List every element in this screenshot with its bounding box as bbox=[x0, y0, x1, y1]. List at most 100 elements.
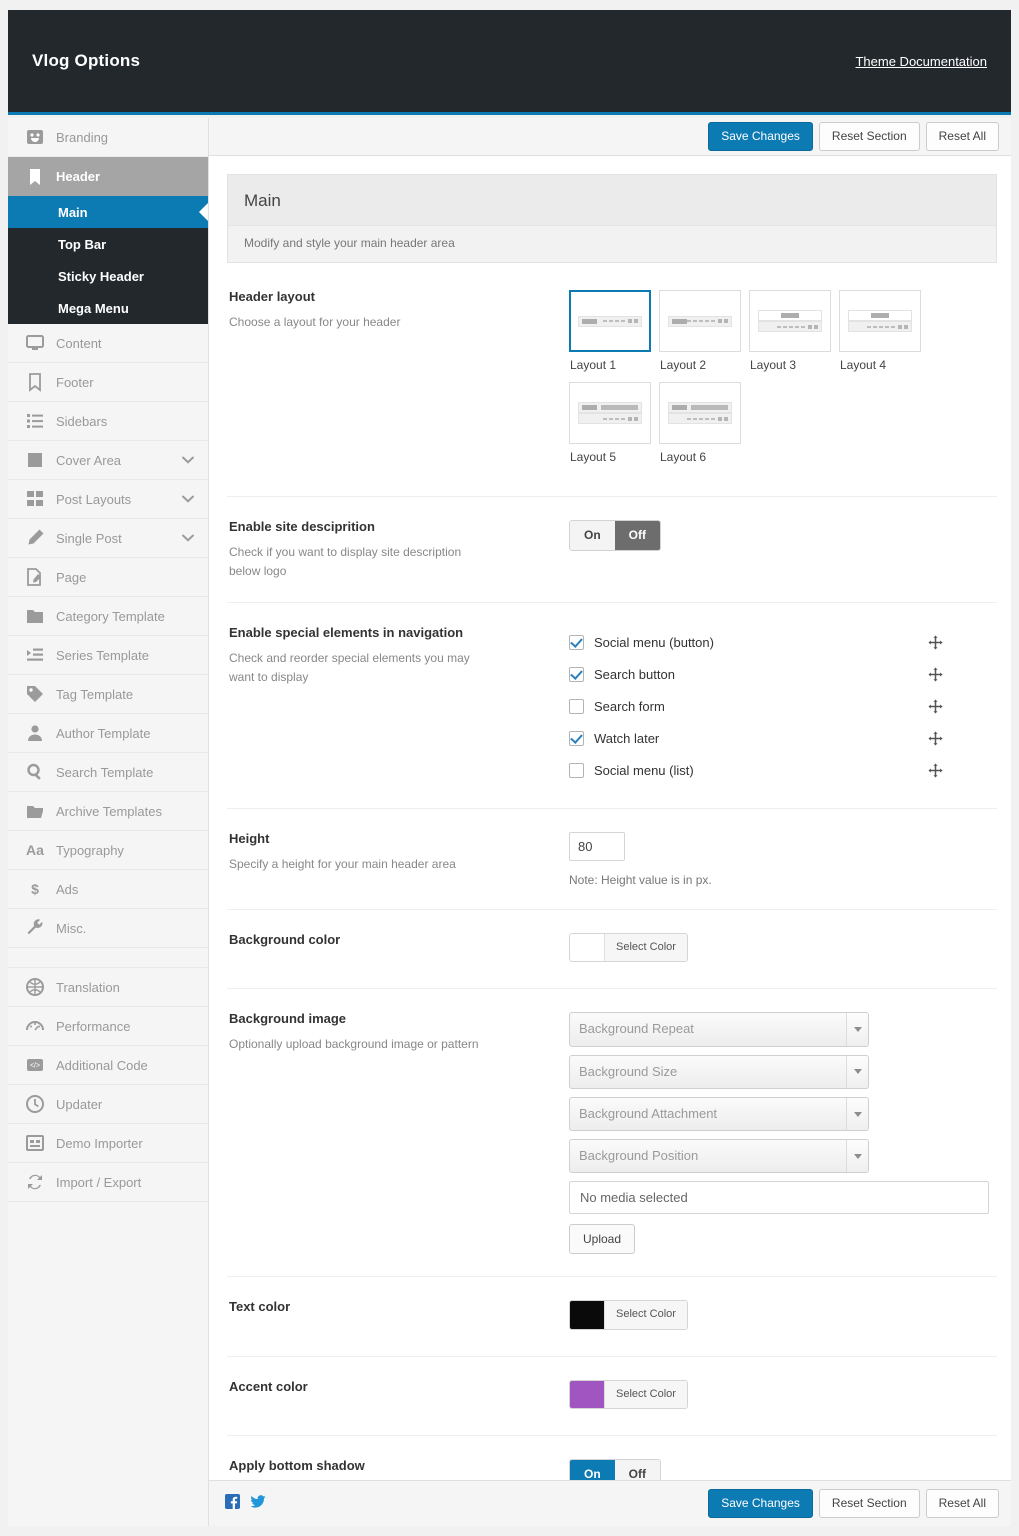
sidebar-item-author-template[interactable]: Author Template bbox=[8, 714, 208, 753]
field-title: Header layout bbox=[229, 289, 551, 304]
sidebar-item-typography[interactable]: AaTypography bbox=[8, 831, 208, 870]
save-changes-button-bottom[interactable]: Save Changes bbox=[708, 1489, 813, 1517]
sidebar-item-updater[interactable]: Updater bbox=[8, 1085, 208, 1124]
checkbox[interactable] bbox=[569, 667, 584, 682]
sidebar-item-footer[interactable]: Footer bbox=[8, 363, 208, 402]
reset-all-button-top[interactable]: Reset All bbox=[926, 122, 999, 150]
color-swatch[interactable] bbox=[570, 1381, 604, 1408]
sidebar-item-single-post[interactable]: Single Post bbox=[8, 519, 208, 558]
layout-thumbnail[interactable] bbox=[839, 290, 921, 352]
header-layout-option[interactable]: Layout 1 bbox=[569, 290, 659, 372]
sidebar-item-content[interactable]: Content bbox=[8, 324, 208, 363]
drag-handle-icon[interactable] bbox=[928, 699, 943, 714]
text-color-picker[interactable]: Select Color bbox=[569, 1300, 688, 1329]
sidebar-subitem-mega-menu[interactable]: Mega Menu bbox=[8, 292, 208, 324]
page-title: Vlog Options bbox=[32, 51, 140, 71]
sidebar-item-post-layouts[interactable]: Post Layouts bbox=[8, 480, 208, 519]
sidebar-subitem-label: Mega Menu bbox=[58, 301, 129, 316]
select-value[interactable]: Background Size bbox=[569, 1055, 869, 1089]
toggle-off-option[interactable]: Off bbox=[615, 1460, 660, 1480]
toggle-on-option[interactable]: On bbox=[570, 521, 615, 550]
sidebar-item-label: Cover Area bbox=[56, 453, 121, 468]
background-select[interactable]: Background Attachment bbox=[569, 1097, 869, 1131]
sidebar-item-branding[interactable]: Branding bbox=[8, 118, 208, 157]
layout-thumbnail[interactable] bbox=[659, 290, 741, 352]
sidebar-item-series-template[interactable]: Series Template bbox=[8, 636, 208, 675]
select-value[interactable]: Background Attachment bbox=[569, 1097, 869, 1131]
layout-label: Layout 4 bbox=[839, 358, 929, 372]
background-select[interactable]: Background Repeat bbox=[569, 1012, 869, 1046]
toggle-on-option[interactable]: On bbox=[570, 1460, 615, 1480]
background-select[interactable]: Background Position bbox=[569, 1139, 869, 1173]
theme-documentation-link[interactable]: Theme Documentation bbox=[855, 54, 987, 69]
background-select[interactable]: Background Size bbox=[569, 1055, 869, 1089]
checkbox[interactable] bbox=[569, 635, 584, 650]
sidebar-item-performance[interactable]: Performance bbox=[8, 1007, 208, 1046]
field-control: Layout 1Layout 2Layout 3Layout 4 Layout 5… bbox=[569, 289, 997, 474]
layout-thumbnail[interactable] bbox=[749, 290, 831, 352]
sidebar-item-import-export[interactable]: Import / Export bbox=[8, 1163, 208, 1202]
select-color-button[interactable]: Select Color bbox=[604, 1381, 687, 1408]
sidebar-subitem-main[interactable]: Main bbox=[8, 196, 208, 228]
sidebar-item-page[interactable]: Page bbox=[8, 558, 208, 597]
select-color-button[interactable]: Select Color bbox=[604, 1301, 687, 1328]
site-description-toggle[interactable]: On Off bbox=[569, 520, 661, 551]
bottom-shadow-toggle[interactable]: On Off bbox=[569, 1459, 661, 1480]
color-swatch[interactable] bbox=[570, 1301, 604, 1328]
folder-icon bbox=[24, 605, 46, 627]
sidebar-subitem-top-bar[interactable]: Top Bar bbox=[8, 228, 208, 260]
twitter-icon[interactable] bbox=[250, 1494, 266, 1514]
reset-section-button-top[interactable]: Reset Section bbox=[819, 122, 920, 150]
reset-all-button-bottom[interactable]: Reset All bbox=[926, 1489, 999, 1517]
sidebar-item-translation[interactable]: Translation bbox=[8, 968, 208, 1007]
checkbox[interactable] bbox=[569, 731, 584, 746]
accent-color-picker[interactable]: Select Color bbox=[569, 1380, 688, 1409]
sidebar-item-demo-importer[interactable]: Demo Importer bbox=[8, 1124, 208, 1163]
height-input[interactable] bbox=[569, 832, 625, 861]
layout-thumbnail[interactable] bbox=[659, 382, 741, 444]
sidebar-subitem-sticky-header[interactable]: Sticky Header bbox=[8, 260, 208, 292]
toggle-off-option[interactable]: Off bbox=[615, 521, 660, 550]
sidebar-item-label: Branding bbox=[56, 130, 108, 145]
sidebar-item-category-template[interactable]: Category Template bbox=[8, 597, 208, 636]
sidebar-item-cover-area[interactable]: Cover Area bbox=[8, 441, 208, 480]
select-value[interactable]: Background Repeat bbox=[569, 1012, 869, 1046]
sidebar-item-search-template[interactable]: Search Template bbox=[8, 753, 208, 792]
background-color-picker[interactable]: Select Color bbox=[569, 933, 688, 962]
drag-handle-icon[interactable] bbox=[928, 763, 943, 778]
save-changes-button-top[interactable]: Save Changes bbox=[708, 122, 813, 150]
upload-button[interactable]: Upload bbox=[569, 1224, 635, 1254]
drag-handle-icon[interactable] bbox=[928, 731, 943, 746]
sidebar-item-tag-template[interactable]: Tag Template bbox=[8, 675, 208, 714]
drag-handle-icon[interactable] bbox=[928, 667, 943, 682]
sidebar-item-additional-code[interactable]: </>Additional Code bbox=[8, 1046, 208, 1085]
checkbox[interactable] bbox=[569, 699, 584, 714]
layout-thumbnail[interactable] bbox=[569, 290, 651, 352]
layout-thumbnail[interactable] bbox=[569, 382, 651, 444]
facebook-icon[interactable] bbox=[225, 1494, 240, 1514]
drag-handle-icon[interactable] bbox=[928, 635, 943, 650]
select-value[interactable]: Background Position bbox=[569, 1139, 869, 1173]
color-swatch[interactable] bbox=[570, 934, 604, 961]
sidebar-item-misc[interactable]: Misc. bbox=[8, 909, 208, 948]
bookmark-icon bbox=[24, 166, 46, 188]
sidebar-item-header[interactable]: Header bbox=[8, 157, 208, 196]
header-layout-option[interactable]: Layout 4 bbox=[839, 290, 929, 372]
section-title: Main bbox=[228, 175, 996, 225]
sidebar-item-sidebars[interactable]: Sidebars bbox=[8, 402, 208, 441]
media-selected-field[interactable]: No media selected bbox=[569, 1181, 989, 1214]
header-layout-options: Layout 1Layout 2Layout 3Layout 4 Layout 5… bbox=[569, 290, 929, 474]
header-layout-option[interactable]: Layout 2 bbox=[659, 290, 749, 372]
field-background-color: Background color Select Color bbox=[227, 910, 997, 989]
square-icon bbox=[24, 449, 46, 471]
sidebar-item-ads[interactable]: $Ads bbox=[8, 870, 208, 909]
select-color-button[interactable]: Select Color bbox=[604, 934, 687, 961]
special-element-row: Watch later bbox=[569, 722, 997, 754]
header-layout-option[interactable]: Layout 3 bbox=[749, 290, 839, 372]
checkbox[interactable] bbox=[569, 763, 584, 778]
sidebar-item-archive-templates[interactable]: Archive Templates bbox=[8, 792, 208, 831]
reset-section-button-bottom[interactable]: Reset Section bbox=[819, 1489, 920, 1517]
header-layout-option[interactable]: Layout 6 bbox=[659, 382, 749, 464]
header-layout-option[interactable]: Layout 5 bbox=[569, 382, 659, 464]
sidebar-item-label: Demo Importer bbox=[56, 1136, 143, 1151]
